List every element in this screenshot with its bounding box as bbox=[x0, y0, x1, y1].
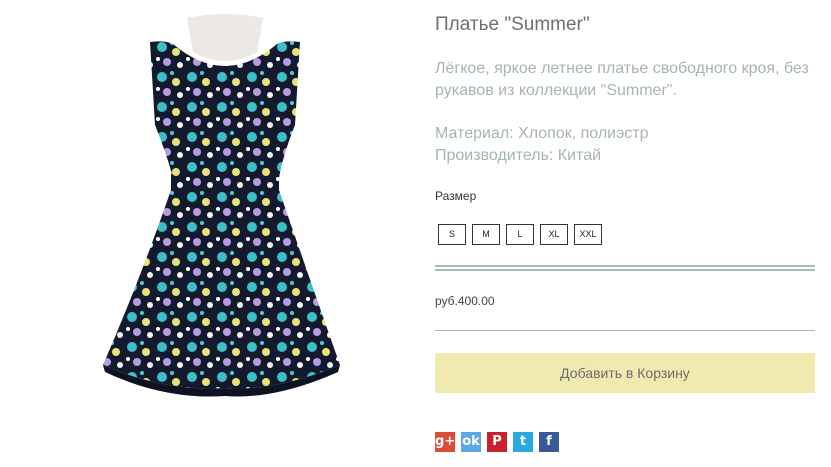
size-options: S M L XL XXL bbox=[438, 224, 608, 245]
size-option-m[interactable]: M bbox=[472, 224, 500, 245]
product-price: руб.400.00 bbox=[435, 294, 495, 308]
product-material: Материал: Хлопок, полиэстр bbox=[435, 125, 649, 142]
size-label: Размер bbox=[435, 189, 477, 203]
google-plus-icon[interactable]: g+ bbox=[435, 432, 455, 452]
twitter-icon[interactable]: t bbox=[513, 432, 533, 452]
section-divider bbox=[435, 265, 815, 271]
size-option-s[interactable]: S bbox=[438, 224, 466, 245]
product-title: Платье "Summer" bbox=[435, 14, 590, 35]
product-manufacturer: Производитель: Китай bbox=[435, 147, 602, 164]
price-divider bbox=[435, 330, 815, 331]
size-option-l[interactable]: L bbox=[506, 224, 534, 245]
odnoklassniki-icon[interactable]: ok bbox=[461, 432, 481, 452]
pinterest-icon[interactable]: P bbox=[487, 432, 507, 452]
add-to-cart-button[interactable]: Добавить в Корзину bbox=[435, 353, 815, 393]
facebook-icon[interactable]: f bbox=[539, 432, 559, 452]
product-image[interactable] bbox=[95, 10, 355, 420]
social-share-bar: g+ ok P t f bbox=[435, 432, 565, 452]
size-option-xxl[interactable]: XXL bbox=[574, 224, 602, 245]
size-option-xl[interactable]: XL bbox=[540, 224, 568, 245]
product-description: Лёгкое, яркое летнее платье свободного к… bbox=[435, 60, 809, 99]
